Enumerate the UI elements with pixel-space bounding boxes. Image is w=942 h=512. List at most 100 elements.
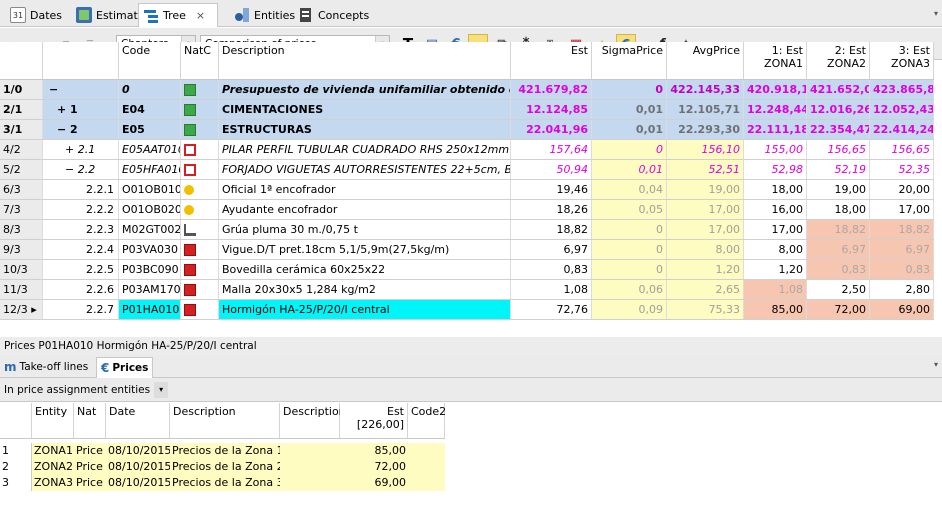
concepts-icon xyxy=(298,7,314,23)
z2-cell: 18,82 xyxy=(807,220,870,239)
price-filter-combo[interactable]: In price assignment entities ▾ xyxy=(0,382,170,398)
row-number[interactable]: 3/1 xyxy=(0,120,43,139)
tree-cell: 2.2.2 xyxy=(43,200,119,219)
row-number[interactable]: 1/0 xyxy=(0,80,43,99)
z1-cell: 155,00 xyxy=(744,140,807,159)
price-desc2-cell xyxy=(280,443,340,459)
table-row[interactable]: 4/2 + 2.1 E05AAT010 PILAR PERFIL TUBULAR CU… xyxy=(0,140,934,160)
table-row[interactable]: 6/3 2.2.1 O01OB010 Oficial 1ª encofrador 19,… xyxy=(0,180,934,200)
price-nat-cell: Price xyxy=(74,475,106,491)
code-cell: E05HFA010 xyxy=(119,160,181,179)
column-header-avg[interactable]: AvgPrice xyxy=(667,42,744,80)
chapter-row[interactable]: 1/0−0 Presupuesto de vivienda unifamiliar… xyxy=(0,80,934,100)
price-column-nat[interactable]: Nat xyxy=(74,403,106,439)
avg-cell: 1,20 xyxy=(667,260,744,279)
avg-cell: 8,00 xyxy=(667,240,744,259)
tab-overflow-icon[interactable]: ▾ xyxy=(934,9,938,18)
tab-entities[interactable]: Entities xyxy=(230,3,299,27)
table-row[interactable]: 5/2− 2.2 E05HFA010 FORJADO VIGUETAS AUTORR… xyxy=(0,160,934,180)
column-header-z1[interactable]: 1: Est ZONA1 xyxy=(744,42,807,80)
z1-cell: 1,08 xyxy=(744,280,807,299)
column-header-nat[interactable]: NatC xyxy=(181,42,219,80)
table-row[interactable]: 11/3 2.2.6 P03AM170 Malla 20x30x5 1,284 kg/… xyxy=(0,280,934,300)
column-header-z3[interactable]: 3: Est ZONA3 xyxy=(870,42,934,80)
tree-header[interactable] xyxy=(43,42,119,80)
z1-cell: 18,00 xyxy=(744,180,807,199)
row-number[interactable]: 2/1 xyxy=(0,100,43,119)
tab-takeoff-lines[interactable]: m Take-off lines xyxy=(4,358,88,376)
table-row[interactable]: 12/3 ▸ 2.2.7 P01HA010 Hormigón HA-25/P/20/I… xyxy=(0,300,934,320)
sigma-cell: 0,01 xyxy=(592,160,667,179)
est-cell: 1,08 xyxy=(511,280,592,299)
row-number[interactable]: 9/3 xyxy=(0,240,43,259)
price-column-desc2[interactable]: Description xyxy=(280,403,346,439)
tab-prices[interactable]: € Prices xyxy=(96,357,154,378)
row-number[interactable]: 5/2 xyxy=(0,160,43,179)
table-row[interactable]: 8/3 2.2.3 M02GT002 Grúa pluma 30 m./0,75 t1… xyxy=(0,220,934,240)
tab-takeoff-label: Take-off lines xyxy=(19,361,89,373)
tab-dates[interactable]: 31 Dates xyxy=(6,3,66,27)
row-number-header[interactable] xyxy=(0,42,43,80)
prices-grid: Entity Nat Date Description Description Est [2… xyxy=(0,403,942,512)
price-column-code2[interactable]: Code2 xyxy=(408,403,446,439)
table-row[interactable]: 10/3 2.2.5 P03BC090 Bovedilla cerámica 60x2… xyxy=(0,260,934,280)
chapter-row[interactable]: 2/1 + 1 E04 CIMENTACIONES 12.124,85 0,01 12.10… xyxy=(0,100,934,120)
z1-cell: 8,00 xyxy=(744,240,807,259)
price-row[interactable]: 2 ZONA2 Price 08/10/2015 Precios de la Zona … xyxy=(0,459,445,475)
machinery-icon xyxy=(184,224,196,236)
price-row-number-header[interactable] xyxy=(0,403,32,439)
column-header-code[interactable]: Code xyxy=(119,42,181,80)
table-row[interactable]: 9/3 2.2.4 P03VA030 Vigue.D/T pret.18cm 5,1/… xyxy=(0,240,934,260)
z3-cell: 0,83 xyxy=(870,260,934,279)
z3-cell: 6,97 xyxy=(870,240,934,259)
column-header-sigma[interactable]: SigmaPrice xyxy=(592,42,667,80)
price-code2-cell xyxy=(408,443,445,459)
row-number[interactable]: 6/3 xyxy=(0,180,43,199)
price-row[interactable]: 3 ZONA3 Price 08/10/2015 Precios de la Zona … xyxy=(0,475,445,491)
tab-concepts[interactable]: Concepts xyxy=(294,3,373,27)
z2-cell: 19,00 xyxy=(807,180,870,199)
z3-cell: 12.052,43 xyxy=(870,100,934,119)
prices-icon: € xyxy=(101,361,110,375)
price-column-entity[interactable]: Entity xyxy=(32,403,74,439)
chapter-row[interactable]: 3/1− 2 E05 ESTRUCTURAS 22.041,96 0,01 22.293,… xyxy=(0,120,934,140)
nature-cell xyxy=(181,160,219,179)
row-number[interactable]: 11/3 xyxy=(0,280,43,299)
code-cell: E05AAT010 xyxy=(119,140,181,159)
est-cell: 18,82 xyxy=(511,220,592,239)
price-entity-cell: ZONA2 xyxy=(32,459,74,475)
row-number[interactable]: 12/3 ▸ xyxy=(0,300,43,319)
price-column-desc1[interactable]: Description xyxy=(170,403,280,439)
column-header-desc[interactable]: Description xyxy=(219,42,511,80)
tree-cell: 2.2.7 xyxy=(43,300,119,319)
table-row[interactable]: 7/3 2.2.2 O01OB020 Ayudante encofrador 18,26… xyxy=(0,200,934,220)
nature-cell xyxy=(181,240,219,259)
chevron-down-icon[interactable]: ▾ xyxy=(154,382,169,398)
column-header-z2[interactable]: 2: Est ZONA2 xyxy=(807,42,870,80)
est-cell: 157,64 xyxy=(511,140,592,159)
z3-cell: 423.865,82 xyxy=(870,80,934,99)
price-column-est[interactable]: Est [226,00] xyxy=(340,403,408,439)
price-nat-cell: Price xyxy=(74,459,106,475)
item-icon xyxy=(184,164,196,176)
row-number[interactable]: 10/3 xyxy=(0,260,43,279)
tab-tree[interactable]: Tree × xyxy=(138,3,218,27)
tab-entities-label: Entities xyxy=(254,8,296,22)
row-number[interactable]: 4/2 xyxy=(0,140,43,159)
nature-cell xyxy=(181,280,219,299)
z2-cell: 12.016,26 xyxy=(807,100,870,119)
est-cell: 72,76 xyxy=(511,300,592,319)
tree-cell: 2.2.4 xyxy=(43,240,119,259)
desc-cell: Presupuesto de vivienda unifamiliar obte… xyxy=(219,80,511,99)
tree-icon xyxy=(143,8,159,24)
header-est-label: 3: Est xyxy=(898,44,930,57)
price-column-date[interactable]: Date xyxy=(106,403,170,439)
column-header-est[interactable]: Est xyxy=(511,42,592,80)
row-number[interactable]: 8/3 xyxy=(0,220,43,239)
bottom-overflow-icon[interactable]: ▾ xyxy=(934,360,938,369)
tree-cell: 2.2.1 xyxy=(43,180,119,199)
close-tab-icon[interactable]: × xyxy=(196,9,205,22)
sigma-cell: 0,01 xyxy=(592,120,667,139)
price-row[interactable]: 1 ZONA1 Price 08/10/2015 Precios de la Zona … xyxy=(0,443,445,459)
row-number[interactable]: 7/3 xyxy=(0,200,43,219)
